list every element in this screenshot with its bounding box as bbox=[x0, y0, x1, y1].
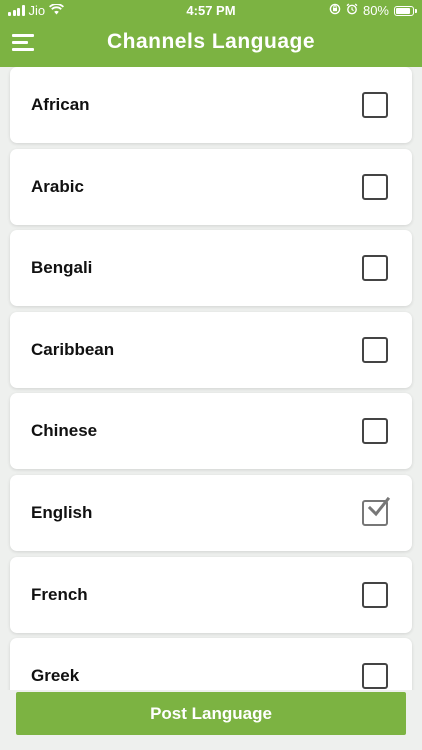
language-label: Greek bbox=[31, 666, 80, 686]
language-item-greek[interactable]: Greek bbox=[10, 638, 412, 690]
language-item-african[interactable]: African bbox=[10, 67, 412, 143]
checkbox-icon[interactable] bbox=[362, 92, 388, 118]
page-title: Channels Language bbox=[106, 30, 316, 53]
language-item-bengali[interactable]: Bengali bbox=[10, 230, 412, 307]
checkbox-icon[interactable] bbox=[362, 581, 388, 608]
language-label: African bbox=[31, 95, 90, 114]
post-language-button[interactable]: Post Language bbox=[16, 692, 406, 735]
language-label: Arabic bbox=[31, 176, 84, 196]
language-item-french[interactable]: French bbox=[10, 556, 412, 633]
checkbox-icon[interactable] bbox=[362, 173, 388, 200]
language-label: Chinese bbox=[31, 421, 98, 441]
checkbox-icon[interactable] bbox=[362, 336, 388, 363]
alarm-icon bbox=[346, 3, 358, 18]
battery-percent: 80% bbox=[362, 3, 389, 18]
rotation-lock-icon bbox=[329, 3, 341, 18]
app-header: Jio 4:57 PM 80% Channels Language bbox=[0, 0, 422, 67]
language-item-arabic[interactable]: Arabic bbox=[10, 148, 412, 225]
checkbox-icon[interactable] bbox=[362, 663, 388, 690]
title-bar: Channels Language bbox=[0, 22, 422, 67]
language-list: African Arabic Bengali Caribbean Chinese Engl… bbox=[0, 67, 422, 690]
status-right: 80% bbox=[329, 3, 417, 18]
language-label: English bbox=[31, 503, 93, 522]
checkbox-icon[interactable] bbox=[362, 418, 388, 445]
language-item-chinese[interactable]: Chinese bbox=[10, 393, 412, 470]
language-item-caribbean[interactable]: Caribbean bbox=[10, 311, 412, 388]
status-bar: Jio 4:57 PM 80% bbox=[0, 0, 422, 22]
language-label: French bbox=[31, 584, 88, 604]
battery-icon bbox=[394, 5, 417, 16]
language-label: Caribbean bbox=[31, 339, 115, 359]
language-item-english[interactable]: English bbox=[10, 475, 412, 551]
checkbox-checked-icon[interactable] bbox=[362, 496, 391, 526]
language-label: Bengali bbox=[31, 258, 93, 278]
checkbox-icon[interactable] bbox=[362, 255, 388, 282]
